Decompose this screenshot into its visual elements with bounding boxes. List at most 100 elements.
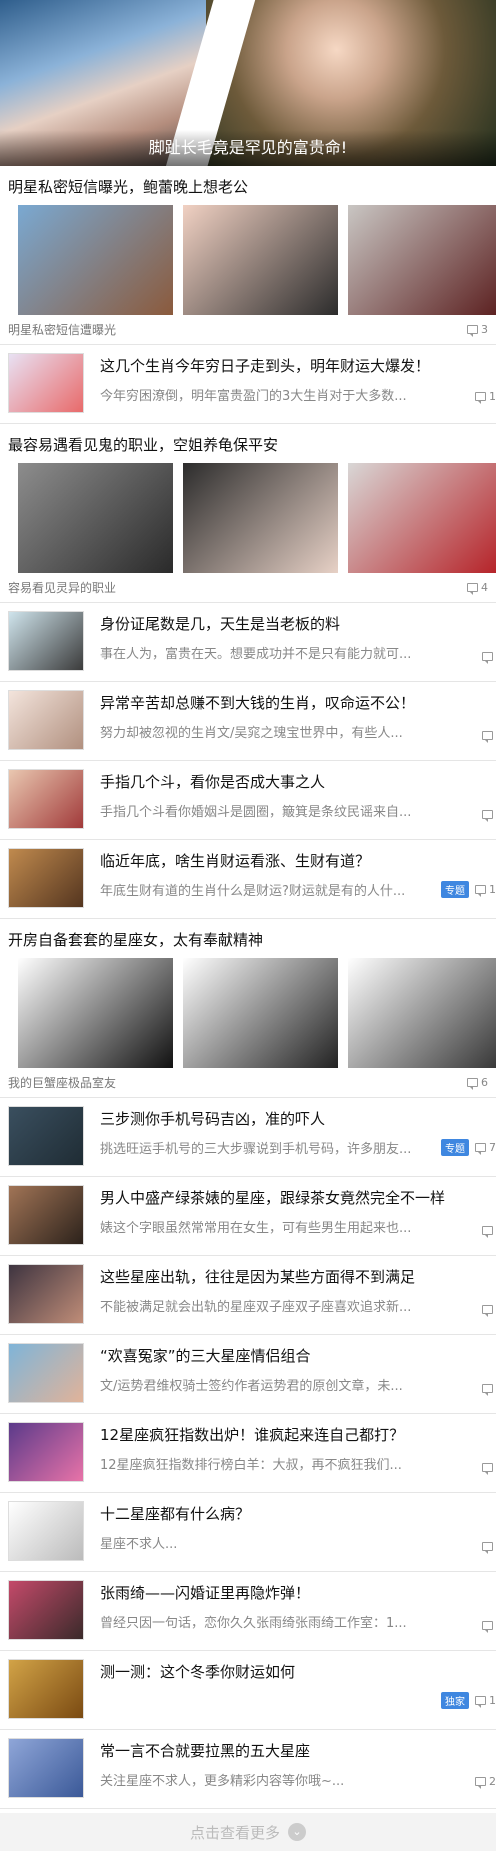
- list-item[interactable]: 手指几个斗，看你是否成大事之人 手指几个斗看你婚姻斗是圆圈，簸箕是条纹民谣来自..…: [0, 761, 496, 840]
- comment-count[interactable]: 1: [475, 390, 496, 404]
- beach-photo[interactable]: [18, 205, 173, 315]
- item-summary: 婊这个字眼虽然常常用在女生，可有些男生用起来也...: [100, 1221, 412, 1236]
- comment-count[interactable]: [482, 1305, 496, 1317]
- article-thumbnail[interactable]: [8, 1422, 84, 1482]
- comment-count[interactable]: [482, 1226, 496, 1238]
- comment-count[interactable]: 3: [467, 323, 488, 337]
- article-thumbnail[interactable]: [8, 1185, 84, 1245]
- item-meta: 专题 1: [441, 881, 496, 898]
- comment-count[interactable]: [482, 1621, 496, 1633]
- list-item[interactable]: 异常辛苦却总赚不到大钱的生肖，叹命运不公！ 努力却被忽视的生肖文/吴窕之瑰宝世界中…: [0, 682, 496, 761]
- comment-count[interactable]: 1: [475, 1694, 496, 1708]
- comment-icon: [482, 1226, 493, 1238]
- hospital-photo[interactable]: [348, 463, 496, 573]
- comment-count[interactable]: [482, 810, 496, 822]
- photo-group[interactable]: 最容易遇看见鬼的职业，空姐养龟保平安容易看见灵异的职业 4: [0, 424, 496, 603]
- airport-photo[interactable]: [348, 205, 496, 315]
- list-item[interactable]: 十二星座都有什么病？ 星座不求人...: [0, 1493, 496, 1572]
- item-title[interactable]: 这几个生肖今年穷日子走到头，明年财运大爆发！: [100, 355, 496, 376]
- item-title[interactable]: 异常辛苦却总赚不到大钱的生肖，叹命运不公！: [100, 692, 496, 713]
- couple-photo[interactable]: [183, 205, 338, 315]
- item-body: 手指几个斗，看你是否成大事之人 手指几个斗看你婚姻斗是圆圈，簸箕是条纹民谣来自..…: [100, 769, 496, 831]
- article-thumbnail[interactable]: [8, 1501, 84, 1561]
- article-thumbnail[interactable]: [8, 1580, 84, 1640]
- item-title[interactable]: 常一言不合就要拉黑的五大星座: [100, 1740, 496, 1761]
- list-item[interactable]: 张雨绮——闪婚证里再隐炸弹！ 曾经只因一句话，恋你久久张雨绮张雨绮工作室：1...: [0, 1572, 496, 1651]
- list-item[interactable]: 男人中盛产绿茶婊的星座，跟绿茶女竟然完全不一样婊这个字眼虽然常常用在女生，可有些…: [0, 1177, 496, 1256]
- comment-count[interactable]: 2: [475, 1775, 496, 1789]
- comment-count[interactable]: [482, 1542, 496, 1554]
- item-title[interactable]: 测一测：这个冬季你财运如何: [100, 1661, 496, 1682]
- item-meta: [482, 810, 496, 822]
- comment-count[interactable]: 4: [467, 581, 488, 595]
- list-item[interactable]: 三步测你手机号码吉凶，准的吓人 挑选旺运手机号的三大步骤说到手机号码，许多朋友..…: [0, 1098, 496, 1177]
- photo-group[interactable]: 明星私密短信曝光，鲍蕾晚上想老公明星私密短信遭曝光 3: [0, 166, 496, 345]
- meme-card-2[interactable]: [348, 958, 496, 1068]
- list-item[interactable]: 身份证尾数是几，天生是当老板的料 事在人为，富贵在天。想要成功并不是只有能力就可.…: [0, 603, 496, 682]
- article-thumbnail[interactable]: [8, 769, 84, 829]
- list-item[interactable]: 临近年底，啥生肖财运看涨、生财有道？ 年底生财有道的生肖什么是财运?财运就是有的人…: [0, 840, 496, 919]
- item-title[interactable]: 临近年底，啥生肖财运看涨、生财有道？: [100, 850, 496, 871]
- comment-number: 1: [489, 390, 496, 403]
- car-photo[interactable]: [18, 463, 173, 573]
- item-title[interactable]: 这些星座出轨，往往是因为某些方面得不到满足: [100, 1266, 496, 1287]
- comment-count[interactable]: [482, 1463, 496, 1475]
- comment-icon: [482, 1621, 493, 1633]
- comment-count[interactable]: [482, 652, 496, 664]
- list-item[interactable]: 常一言不合就要拉黑的五大星座 关注星座不求人，更多精彩内容等你哦~... 2: [0, 1730, 496, 1809]
- comment-icon: [475, 392, 486, 404]
- list-item[interactable]: “欢喜冤家”的三大星座情侣组合文/运势君维权骑士签约作者运势君的原创文章，未..…: [0, 1335, 496, 1414]
- item-summary: 不能被满足就会出轨的星座双子座双子座喜欢追求新...: [100, 1300, 412, 1315]
- item-title[interactable]: 身份证尾数是几，天生是当老板的料: [100, 613, 496, 634]
- load-more-button[interactable]: 点击查看更多 ⌄: [0, 1813, 496, 1851]
- group-title[interactable]: 开房自备套套的星座女，太有奉献精神: [0, 927, 496, 958]
- image-row: [0, 463, 496, 573]
- group-title[interactable]: 明星私密短信曝光，鲍蕾晚上想老公: [0, 174, 496, 205]
- article-thumbnail[interactable]: [8, 1106, 84, 1166]
- article-thumbnail[interactable]: [8, 848, 84, 908]
- item-summary: 文/运势君维权骑士签约作者运势君的原创文章，未...: [100, 1379, 403, 1394]
- comment-number: 1: [489, 883, 496, 896]
- article-thumbnail[interactable]: [8, 1343, 84, 1403]
- item-title[interactable]: 12星座疯狂指数出炉！谁疯起来连自己都打？: [100, 1424, 496, 1445]
- item-meta: [482, 1542, 496, 1554]
- group-source: 明星私密短信遭曝光: [8, 323, 117, 337]
- list-item[interactable]: 这些星座出轨，往往是因为某些方面得不到满足不能被满足就会出轨的星座双子座双子座喜…: [0, 1256, 496, 1335]
- comment-icon: [482, 1384, 493, 1396]
- article-thumbnail[interactable]: [8, 690, 84, 750]
- item-summary: 星座不求人...: [100, 1537, 178, 1552]
- item-title[interactable]: 十二星座都有什么病？: [100, 1503, 496, 1524]
- comment-count[interactable]: 1: [475, 883, 496, 897]
- cancer-poster[interactable]: [18, 958, 173, 1068]
- comment-count[interactable]: [482, 731, 496, 743]
- photo-group[interactable]: 开房自备套套的星座女，太有奉献精神 我的巨蟹座极品室友 6: [0, 919, 496, 1098]
- chevron-down-icon: ⌄: [288, 1823, 306, 1841]
- comment-count[interactable]: 6: [467, 1076, 488, 1090]
- list-item[interactable]: 测一测：这个冬季你财运如何 独家 1: [0, 1651, 496, 1730]
- item-title[interactable]: 手指几个斗，看你是否成大事之人: [100, 771, 496, 792]
- article-thumbnail[interactable]: [8, 1738, 84, 1798]
- comment-icon: [475, 1696, 486, 1708]
- group-footer: 明星私密短信遭曝光 3: [0, 315, 496, 338]
- article-thumbnail[interactable]: [8, 611, 84, 671]
- group-title[interactable]: 最容易遇看见鬼的职业，空姐养龟保平安: [0, 432, 496, 463]
- list-item[interactable]: 这几个生肖今年穷日子走到头，明年财运大爆发！ 今年穷困潦倒，明年富贵盈门的3大生肖…: [0, 345, 496, 424]
- article-thumbnail[interactable]: [8, 353, 84, 413]
- comment-count[interactable]: 7: [475, 1141, 496, 1155]
- item-title[interactable]: 张雨绮——闪婚证里再隐炸弹！: [100, 1582, 496, 1603]
- item-summary: 今年穷困潦倒，明年富贵盈门的3大生肖对于大多数...: [100, 389, 407, 404]
- item-body: 常一言不合就要拉黑的五大星座 关注星座不求人，更多精彩内容等你哦~... 2: [100, 1738, 496, 1800]
- tag-badge: 专题: [441, 1139, 469, 1156]
- item-title[interactable]: “欢喜冤家”的三大星座情侣组合: [100, 1345, 496, 1366]
- hero-banner[interactable]: 脚趾长毛竟是罕见的富贵命!: [0, 0, 496, 166]
- item-title[interactable]: 三步测你手机号码吉凶，准的吓人: [100, 1108, 496, 1129]
- article-thumbnail[interactable]: [8, 1659, 84, 1719]
- makeup-photo[interactable]: [183, 463, 338, 573]
- list-item[interactable]: 12星座疯狂指数出炉！谁疯起来连自己都打？ 12星座疯狂指数排行榜白羊：大叔，再不…: [0, 1414, 496, 1493]
- item-meta: 专题 7: [441, 1139, 496, 1156]
- article-thumbnail[interactable]: [8, 1264, 84, 1324]
- comment-count[interactable]: [482, 1384, 496, 1396]
- item-title[interactable]: 男人中盛产绿茶婊的星座，跟绿茶女竟然完全不一样: [100, 1187, 496, 1208]
- meme-card-1[interactable]: [183, 958, 338, 1068]
- group-footer: 容易看见灵异的职业 4: [0, 573, 496, 596]
